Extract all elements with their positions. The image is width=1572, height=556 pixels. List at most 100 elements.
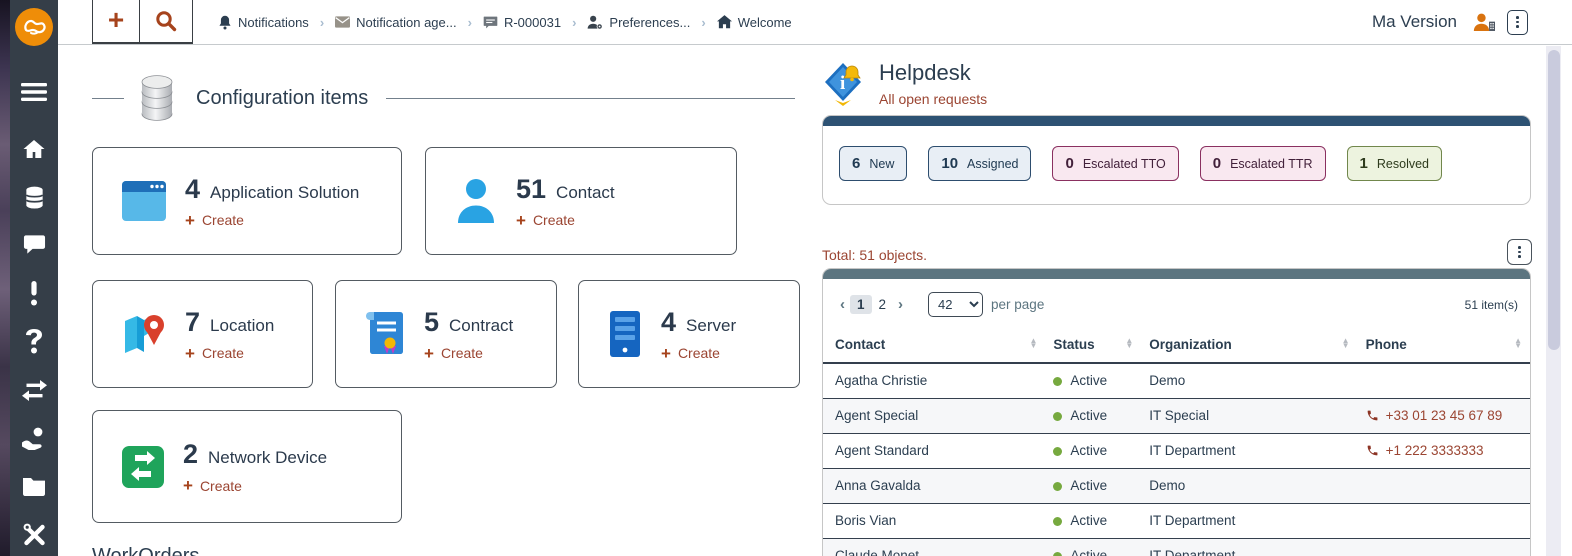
table-row[interactable]: Anna Gavalda Active Demo [823,468,1530,503]
sidebar-item-problem[interactable] [10,326,58,356]
next-page-button[interactable]: › [893,296,908,313]
contact-link[interactable]: Boris Vian [835,513,896,528]
table-actions-kebab-button[interactable] [1507,239,1532,265]
sort-icon[interactable]: ▲▼ [1029,339,1037,349]
top-bar: + Notifications › [58,0,1572,45]
sidebar-item-service-management[interactable] [10,423,58,453]
breadcrumb-item-notifications[interactable]: Notifications [218,15,309,30]
kebab-icon [1516,16,1519,28]
table-row[interactable]: Agatha Christie Active Demo [823,363,1530,398]
status-dot [1053,377,1062,386]
card-location[interactable]: 7 Location + Create [92,280,313,388]
column-header-organization[interactable]: Organization [1149,337,1232,352]
contact-link[interactable]: Agent Special [835,408,918,423]
organization-link[interactable]: Demo [1149,373,1185,388]
phone-link[interactable]: +1 222 3333333 [1386,443,1484,458]
contact-link[interactable]: Claude Monet [835,548,919,556]
organization-link[interactable]: IT Special [1149,408,1209,423]
table-row[interactable]: Agent Special Active IT Special +33 01 2… [823,398,1530,433]
organization-link[interactable]: Demo [1149,478,1185,493]
create-application-solution-link[interactable]: + Create [185,212,359,229]
all-open-requests-link[interactable]: All open requests [879,91,987,107]
menu-toggle-button[interactable] [10,77,58,107]
badge-resolved[interactable]: 1 Resolved [1347,146,1442,181]
helpdesk-icon: i [822,60,864,106]
card-network-device[interactable]: 2 Network Device + Create [92,410,402,523]
itop-logo-glyph [21,14,47,40]
status-label: Active [1070,443,1107,458]
badge-label: Assigned [967,157,1018,171]
prev-page-button[interactable]: ‹ [835,296,850,313]
sidebar-item-incident[interactable] [10,278,58,308]
table-row[interactable]: Agent Standard Active IT Department +1 2… [823,433,1530,468]
badge-assigned[interactable]: 10 Assigned [928,146,1031,181]
helpdesk-header: i Helpdesk All open requests [822,60,987,107]
badge-new[interactable]: 6 New [839,146,907,181]
sidebar-item-admin-tools[interactable] [10,519,58,549]
create-label: Create [200,478,242,494]
contact-link[interactable]: Agatha Christie [835,373,927,388]
sidebar [10,0,58,556]
table-row[interactable]: Boris Vian Active IT Department [823,503,1530,538]
column-header-contact[interactable]: Contact [835,337,885,352]
sidebar-item-home[interactable] [10,134,58,164]
badge-escalated-tto[interactable]: 0 Escalated TTO [1052,146,1178,181]
phone-link[interactable]: +33 01 23 45 67 89 [1386,408,1503,423]
create-network-device-link[interactable]: + Create [183,477,327,494]
table-row[interactable]: Claude Monet Active IT Department [823,538,1530,556]
breadcrumb-item-request[interactable]: R-000031 [483,15,561,30]
organization-link[interactable]: IT Department [1149,513,1235,528]
sidebar-item-configuration[interactable] [10,182,58,212]
breadcrumb-item-notification-agent[interactable]: Notification age... [335,15,456,30]
user-organization-icon[interactable] [1473,13,1495,32]
sort-icon[interactable]: ▲▼ [1342,339,1350,349]
card-application-solution[interactable]: 4 Application Solution + Create [92,147,402,255]
per-page-select[interactable]: 42 [928,292,983,317]
contact-link[interactable]: Anna Gavalda [835,478,921,493]
contacts-table-panel: ‹ 1 2 › 42 per page 51 item(s) Contact▲▼… [822,268,1531,556]
plus-icon: + [185,345,195,362]
column-header-phone[interactable]: Phone [1366,337,1407,352]
phone-cell: +33 01 23 45 67 89 [1366,408,1522,423]
phone-cell: +1 222 3333333 [1366,443,1522,458]
new-object-button[interactable]: + [92,0,139,42]
scrollbar-thumb[interactable] [1548,50,1560,350]
status-dot [1053,412,1062,421]
create-server-link[interactable]: + Create [661,345,736,362]
global-search-button[interactable] [139,0,193,42]
breadcrumb-item-welcome[interactable]: Welcome [717,15,792,30]
card-contract[interactable]: 5 Contract + Create [335,280,557,388]
page-1-button[interactable]: 1 [850,295,872,314]
create-contract-link[interactable]: + Create [424,345,513,362]
create-contact-link[interactable]: + Create [516,212,615,229]
background-image-strip [0,0,10,556]
breadcrumb-item-preferences[interactable]: Preferences... [587,15,690,30]
breadcrumb-label: R-000031 [504,15,561,30]
user-menu-kebab-button[interactable] [1507,10,1528,35]
sidebar-item-helpdesk[interactable] [10,230,58,260]
organization-link[interactable]: IT Department [1149,548,1235,556]
kebab-icon [1518,246,1521,258]
plus-icon: + [108,6,124,34]
card-label: Contact [556,183,615,203]
page-scrollbar[interactable] [1546,46,1561,556]
divider [386,98,795,99]
organization-link[interactable]: IT Department [1149,443,1235,458]
sort-icon[interactable]: ▲▼ [1125,339,1133,349]
sidebar-item-change[interactable] [10,375,58,405]
badge-escalated-ttr[interactable]: 0 Escalated TTR [1200,146,1326,181]
card-contact[interactable]: 51 Contact + Create [425,147,737,255]
page-2-button[interactable]: 2 [872,295,894,314]
contact-link[interactable]: Agent Standard [835,443,929,458]
speech-bubble-icon [483,16,498,29]
breadcrumb-label: Preferences... [609,15,690,30]
user-gear-icon [587,15,603,30]
create-location-link[interactable]: + Create [185,345,274,362]
phone-icon [1366,444,1379,457]
sort-icon[interactable]: ▲▼ [1514,339,1522,349]
column-header-status[interactable]: Status [1053,337,1094,352]
sidebar-item-documents[interactable] [10,471,58,501]
card-server[interactable]: 4 Server + Create [578,280,800,388]
status-dot [1053,482,1062,491]
itop-logo[interactable] [15,8,53,46]
